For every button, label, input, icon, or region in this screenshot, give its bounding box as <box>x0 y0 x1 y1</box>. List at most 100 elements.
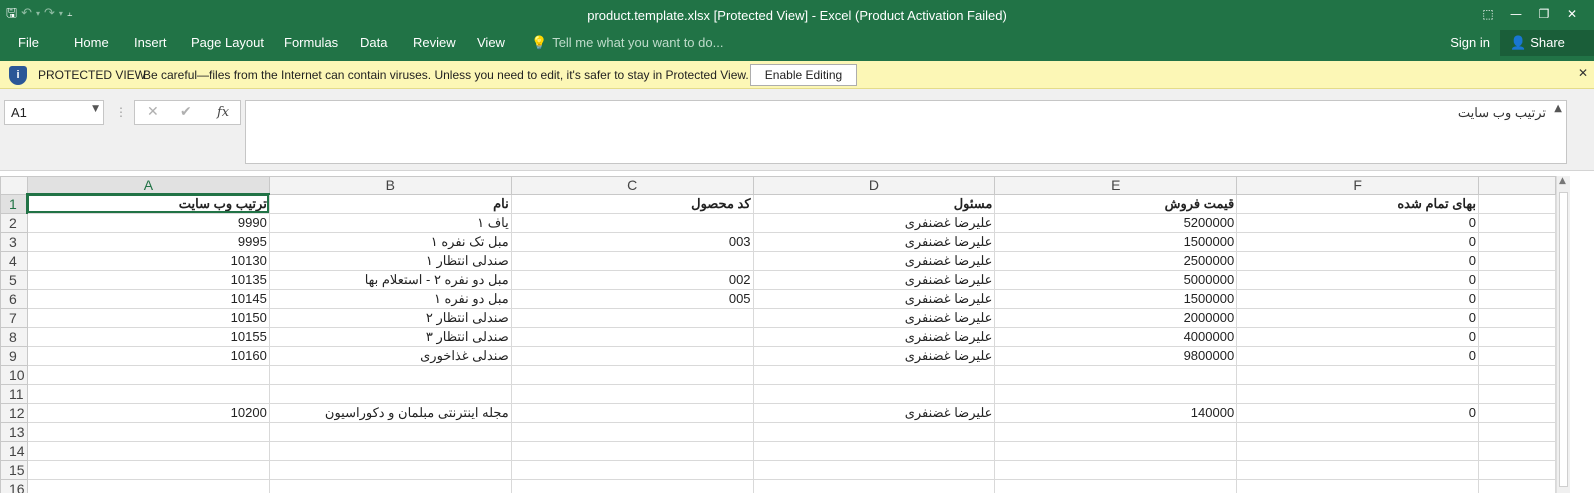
cell-f13[interactable] <box>1236 421 1480 442</box>
cell-overflow[interactable] <box>1478 421 1556 442</box>
cell-d2[interactable]: علیرضا غضنفری <box>752 212 996 233</box>
cell-d11[interactable] <box>752 383 996 404</box>
cell-c7[interactable] <box>510 307 754 328</box>
cell-d1[interactable]: مسئول <box>752 193 996 214</box>
cell-b4[interactable]: صندلی انتظار ۱ <box>268 250 512 271</box>
cell-e8[interactable]: 4000000 <box>994 326 1238 347</box>
cell-a1[interactable]: ترتیب وب سایت <box>26 193 270 214</box>
cell-a9[interactable]: 10160 <box>26 345 270 366</box>
cell-b11[interactable] <box>268 383 512 404</box>
cell-d3[interactable]: علیرضا غضنفری <box>752 231 996 252</box>
tab-page-layout[interactable]: Page Layout <box>191 30 264 61</box>
cell-overflow[interactable] <box>1478 250 1556 271</box>
cancel-icon[interactable]: ✕ <box>147 104 159 120</box>
chevron-down-icon[interactable]: ▼ <box>92 104 99 114</box>
cell-overflow[interactable] <box>1478 440 1556 461</box>
select-all-corner[interactable] <box>0 176 28 195</box>
cell-f4[interactable]: 0 <box>1236 250 1480 271</box>
cell-c3[interactable]: 003 <box>510 231 754 252</box>
cell-e11[interactable] <box>994 383 1238 404</box>
scroll-thumb[interactable] <box>1559 192 1568 487</box>
row-header[interactable]: 12 <box>0 402 28 423</box>
minimize-icon[interactable]: — <box>1502 3 1530 25</box>
close-icon[interactable]: ✕ <box>1558 3 1586 25</box>
share-button[interactable]: 👤 Share <box>1500 30 1594 56</box>
close-icon[interactable]: ✕ <box>1578 66 1588 80</box>
cell-a6[interactable]: 10145 <box>26 288 270 309</box>
column-header-f[interactable]: F <box>1236 176 1480 195</box>
collapse-formula-icon[interactable]: ▲ <box>1554 103 1562 114</box>
cell-d4[interactable]: علیرضا غضنفری <box>752 250 996 271</box>
cell-e13[interactable] <box>994 421 1238 442</box>
row-header[interactable]: 16 <box>0 478 28 493</box>
cell-b12[interactable]: مجله اینترنتی مبلمان و دکوراسیون <box>268 402 512 423</box>
row-header[interactable]: 4 <box>0 250 28 271</box>
cell-a5[interactable]: 10135 <box>26 269 270 290</box>
cell-c15[interactable] <box>510 459 754 480</box>
tell-me-search[interactable]: 💡 Tell me what you want to do... <box>531 30 723 61</box>
insert-function-icon[interactable]: fx <box>217 105 229 120</box>
cell-overflow[interactable] <box>1478 269 1556 290</box>
cell-c10[interactable] <box>510 364 754 385</box>
cell-d13[interactable] <box>752 421 996 442</box>
cell-c2[interactable] <box>510 212 754 233</box>
tab-data[interactable]: Data <box>360 30 387 61</box>
row-header[interactable]: 6 <box>0 288 28 309</box>
cell-d8[interactable]: علیرضا غضنفری <box>752 326 996 347</box>
tab-view[interactable]: View <box>477 30 505 61</box>
row-header[interactable]: 15 <box>0 459 28 480</box>
column-header-a[interactable]: A <box>26 176 270 195</box>
row-header[interactable]: 3 <box>0 231 28 252</box>
cell-c5[interactable]: 002 <box>510 269 754 290</box>
cell-c13[interactable] <box>510 421 754 442</box>
row-header[interactable]: 11 <box>0 383 28 404</box>
cell-b7[interactable]: صندلی انتظار ۲ <box>268 307 512 328</box>
row-header[interactable]: 10 <box>0 364 28 385</box>
cell-c16[interactable] <box>510 478 754 493</box>
cell-f9[interactable]: 0 <box>1236 345 1480 366</box>
cell-e2[interactable]: 5200000 <box>994 212 1238 233</box>
cell-b10[interactable] <box>268 364 512 385</box>
restore-icon[interactable]: ❐ <box>1530 3 1558 25</box>
cell-a11[interactable] <box>26 383 270 404</box>
cell-b9[interactable]: صندلی غذاخوری <box>268 345 512 366</box>
spreadsheet-grid[interactable]: A B C D E F 1 ترتیب وب سایت نام کد محصول مسئ… <box>0 176 1556 493</box>
row-header[interactable]: 14 <box>0 440 28 461</box>
cell-f7[interactable]: 0 <box>1236 307 1480 328</box>
cell-c4[interactable] <box>510 250 754 271</box>
name-box[interactable]: A1 ▼ <box>4 100 104 125</box>
cell-a16[interactable] <box>26 478 270 493</box>
cell-d9[interactable]: علیرضا غضنفری <box>752 345 996 366</box>
tab-home[interactable]: Home <box>74 30 109 61</box>
cell-b13[interactable] <box>268 421 512 442</box>
cell-b1[interactable]: نام <box>268 193 512 214</box>
cell-e16[interactable] <box>994 478 1238 493</box>
cell-f2[interactable]: 0 <box>1236 212 1480 233</box>
cell-e4[interactable]: 2500000 <box>994 250 1238 271</box>
row-header[interactable]: 7 <box>0 307 28 328</box>
cell-overflow[interactable] <box>1478 345 1556 366</box>
cell-a14[interactable] <box>26 440 270 461</box>
cell-c12[interactable] <box>510 402 754 423</box>
cell-b3[interactable]: مبل تک نفره ۱ <box>268 231 512 252</box>
column-header-overflow[interactable] <box>1478 176 1556 195</box>
cell-b6[interactable]: مبل دو نفره ۱ <box>268 288 512 309</box>
column-header-b[interactable]: B <box>268 176 512 195</box>
cell-e14[interactable] <box>994 440 1238 461</box>
cell-d6[interactable]: علیرضا غضنفری <box>752 288 996 309</box>
cell-c11[interactable] <box>510 383 754 404</box>
cell-d5[interactable]: علیرضا غضنفری <box>752 269 996 290</box>
row-header[interactable]: 5 <box>0 269 28 290</box>
row-header[interactable]: 2 <box>0 212 28 233</box>
vertical-scrollbar[interactable]: ▲ <box>1556 176 1570 493</box>
cell-e6[interactable]: 1500000 <box>994 288 1238 309</box>
cell-f15[interactable] <box>1236 459 1480 480</box>
row-header[interactable]: 1 <box>0 193 29 214</box>
cell-a10[interactable] <box>26 364 270 385</box>
cell-overflow[interactable] <box>1478 383 1556 404</box>
column-header-c[interactable]: C <box>510 176 754 195</box>
cell-d14[interactable] <box>752 440 996 461</box>
cell-b5[interactable]: مبل دو نفره ۲ - استعلام بها <box>268 269 512 290</box>
cell-d10[interactable] <box>752 364 996 385</box>
cell-f1[interactable]: بهای تمام شده <box>1236 193 1480 214</box>
